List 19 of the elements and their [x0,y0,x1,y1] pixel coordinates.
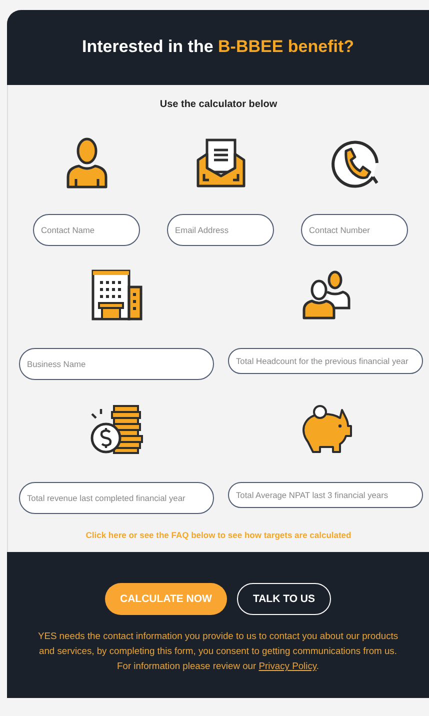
phone-icon [331,140,378,188]
heading: Interested in the B-BBEE benefit? [82,36,354,56]
building-icon [91,270,142,320]
coins-icon [90,405,142,454]
text-field[interactable]: Total Average NPAT last 3 financial years [228,482,423,508]
consent-text: YES needs the contact information you provide to us to contact you about our products and services, by completing this form, you consent to getting communications from us. For information please review our Privacy Policy. [36,629,400,673]
piggy-bank-icon [302,405,352,453]
people-icon [302,270,350,320]
text-field[interactable]: Total Headcount for the previous financial year [228,348,423,374]
text-field[interactable]: Business Name [19,348,214,380]
privacy-link[interactable]: Privacy Policy [258,660,316,671]
text-field[interactable]: Email Address [167,214,274,246]
contact-button[interactable]: TALK TO US [236,583,331,615]
subtitle: Use the calculator below [158,99,278,110]
envelope-icon [196,138,245,188]
text-field[interactable]: Total revenue last completed financial year [19,482,214,514]
text-field[interactable]: Contact Name [33,214,140,246]
person-icon [66,138,107,188]
text-field[interactable]: Contact Number [301,214,408,246]
